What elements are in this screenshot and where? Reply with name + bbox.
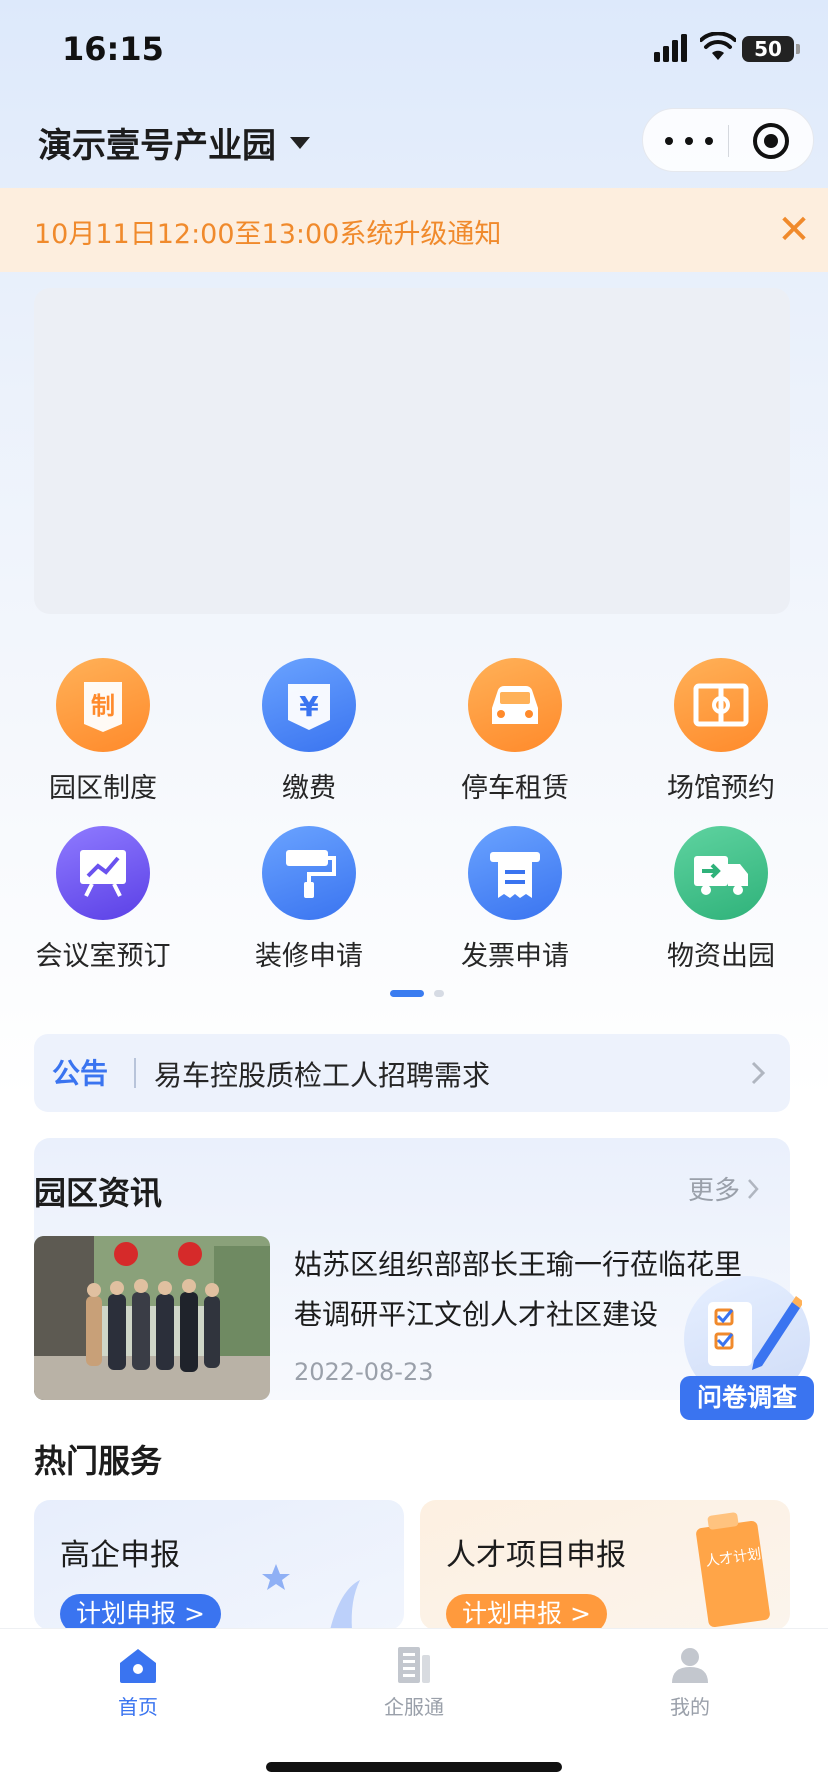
yuan-payment-icon: ¥ <box>262 658 356 752</box>
hot-services-title: 热门服务 <box>34 1442 163 1480</box>
grid-item-material-exit[interactable]: 物资出园 <box>618 826 824 976</box>
news-date: 2022-08-23 <box>294 1358 434 1386</box>
star-decoration-icon <box>262 1564 360 1630</box>
grid-item-meeting-room[interactable]: 会议室预订 <box>0 826 206 976</box>
tab-home[interactable]: 首页 <box>68 1643 208 1723</box>
home-indicator <box>266 1762 562 1772</box>
svg-text:¥: ¥ <box>299 690 319 723</box>
capsule-divider <box>728 125 729 157</box>
wifi-icon <box>700 32 736 60</box>
plan-apply-button[interactable]: 计划申报 > <box>60 1594 221 1630</box>
chevron-right-icon <box>751 1061 766 1085</box>
user-icon <box>672 1648 708 1683</box>
service-card-high-tech[interactable]: 高企申报 计划申报 > <box>34 1500 404 1630</box>
battery-indicator: 50 <box>742 36 800 62</box>
tab-label: 首页 <box>118 1695 158 1719</box>
cellular-signal-icon <box>654 34 687 62</box>
news-photo-image <box>34 1236 270 1400</box>
news-more-link[interactable]: 更多 <box>688 1170 760 1207</box>
regulation-icon: 制 <box>56 658 150 752</box>
grid-item-label: 装修申请 <box>255 941 363 972</box>
invoice-icon <box>468 826 562 920</box>
grid-item-label: 场馆预约 <box>667 773 775 804</box>
more-options-icon[interactable] <box>665 127 713 155</box>
paint-roller-icon <box>262 826 356 920</box>
home-icon <box>120 1649 156 1683</box>
svg-text:制: 制 <box>91 692 115 720</box>
close-icon[interactable]: ✕ <box>776 208 812 252</box>
grid-item-venue-booking[interactable]: 场馆预约 <box>618 658 824 808</box>
grid-item-label: 缴费 <box>282 773 336 804</box>
building-icon <box>398 1647 430 1683</box>
status-bar: 16:15 50 <box>0 0 828 100</box>
news-section-title: 园区资讯 <box>34 1174 163 1212</box>
car-icon <box>468 658 562 752</box>
grid-item-parking-rental[interactable]: 停车租赁 <box>412 658 618 808</box>
grid-item-invoice[interactable]: 发票申请 <box>412 826 618 976</box>
page-dot-active <box>390 990 424 997</box>
tab-label: 企服通 <box>384 1695 444 1719</box>
service-card-talent[interactable]: 人才项目申报 计划申报 > 人才计划 <box>420 1500 790 1630</box>
grid-page-indicator <box>390 990 450 998</box>
tab-label: 我的 <box>670 1695 710 1719</box>
tab-enterprise-service[interactable]: 企服通 <box>344 1643 484 1723</box>
grid-item-renovation[interactable]: 装修申请 <box>206 826 412 976</box>
grid-item-payment[interactable]: ¥ 缴费 <box>206 658 412 808</box>
close-miniprogram-icon[interactable] <box>753 123 789 159</box>
banner-carousel[interactable] <box>34 288 790 614</box>
service-card-name: 高企申报 <box>60 1538 180 1573</box>
grid-item-label: 发票申请 <box>461 941 569 972</box>
chevron-right-icon <box>748 1178 759 1199</box>
grid-item-label: 停车租赁 <box>461 773 569 804</box>
survey-label: 问卷调查 <box>680 1376 814 1420</box>
park-selector[interactable]: 演示壹号产业园 <box>38 118 310 167</box>
announcement-tag: 公告 <box>52 1057 109 1090</box>
notice-text: 10月11日12:00至13:00系统升级通知 <box>34 219 502 250</box>
announcement-text: 易车控股质检工人招聘需求 <box>154 1059 491 1092</box>
grid-item-label: 物资出园 <box>667 941 775 972</box>
park-title: 演示壹号产业园 <box>38 126 276 166</box>
survey-float-button[interactable]: 问卷调查 <box>680 1276 814 1424</box>
checklist-pencil-icon <box>708 1296 802 1370</box>
presentation-icon <box>56 826 150 920</box>
announcement-bar[interactable]: 公告 易车控股质检工人招聘需求 <box>34 1034 790 1112</box>
grid-item-label: 会议室预订 <box>35 941 171 972</box>
truck-icon <box>674 826 768 920</box>
status-time: 16:15 <box>62 30 164 68</box>
grid-item-label: 园区制度 <box>49 773 157 804</box>
plan-apply-button[interactable]: 计划申报 > <box>446 1594 607 1630</box>
grid-item-park-regulations[interactable]: 制 园区制度 <box>0 658 206 808</box>
news-more-label: 更多 <box>688 1176 741 1206</box>
news-thumbnail[interactable] <box>34 1236 270 1400</box>
miniprogram-capsule <box>642 108 814 172</box>
service-card-name: 人才项目申报 <box>446 1538 626 1573</box>
tab-profile[interactable]: 我的 <box>620 1643 760 1723</box>
page-dot <box>434 990 444 997</box>
court-icon <box>674 658 768 752</box>
service-grid: 制 园区制度 ¥ 缴费 停车租赁 场馆预约 会议室预订 装修申请 发票申请 物资… <box>0 654 828 974</box>
system-notice-bar: 10月11日12:00至13:00系统升级通知 ✕ <box>0 188 828 272</box>
talent-plan-folder-icon: 人才计划 <box>696 1512 770 1628</box>
announcement-divider <box>134 1058 136 1088</box>
caret-down-icon <box>290 136 310 149</box>
